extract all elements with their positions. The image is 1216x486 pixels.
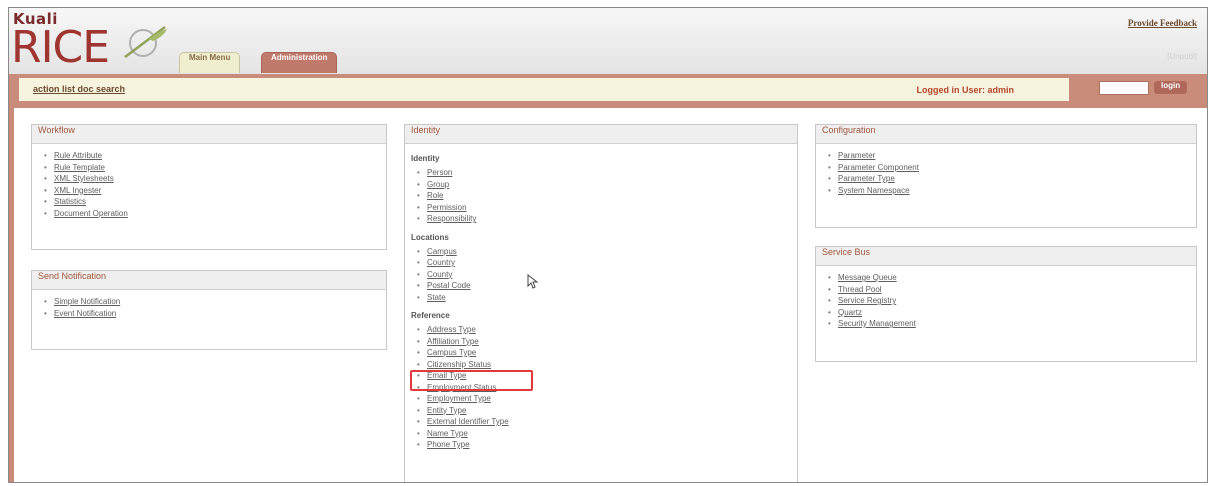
identity-panel-title: Identity — [405, 125, 797, 144]
list-item[interactable]: • Parameter Type — [828, 173, 1196, 185]
list-item[interactable]: • Name Type — [417, 428, 797, 440]
list-item[interactable]: • Document Operation — [44, 208, 386, 220]
list-item[interactable]: • Event Notification — [44, 308, 386, 320]
configuration-panel-title: Configuration — [816, 125, 1196, 144]
list-item[interactable]: • Thread Pool — [828, 284, 1196, 296]
list-item[interactable]: • Campus — [417, 246, 797, 258]
list-item[interactable]: • Service Registry — [828, 295, 1196, 307]
list-item[interactable]: • Rule Template — [44, 162, 386, 174]
list-item[interactable]: • Security Management — [828, 318, 1196, 330]
browser-frame: Kuali RICE Main Menu Administration Prov… — [8, 7, 1208, 483]
list-item[interactable]: • County — [417, 269, 797, 281]
reference-subheading: Reference — [411, 311, 450, 320]
identity-links: • Person • Group • Role • Permission • Respon… — [417, 167, 797, 225]
list-item[interactable]: • Country — [417, 257, 797, 269]
rice-logo-icon — [124, 26, 167, 58]
list-item[interactable]: • Simple Notification — [44, 296, 386, 308]
masthead: Kuali RICE Main Menu Administration Prov… — [9, 8, 1207, 74]
list-item[interactable]: • Phone Type — [417, 439, 797, 451]
list-item[interactable]: • Person — [417, 167, 797, 179]
list-item[interactable]: • Group — [417, 179, 797, 191]
list-item[interactable]: • Role — [417, 190, 797, 202]
left-accent-bar — [9, 108, 14, 482]
identity-subheading: Identity — [411, 154, 440, 163]
configuration-links: • Parameter • Parameter Component • Paramet… — [828, 150, 1196, 196]
workflow-links: • Rule Attribute • Rule Template • XML Styl… — [44, 150, 386, 219]
list-item[interactable]: • Citizenship Status — [417, 359, 797, 371]
action-list-doc-search-links[interactable]: action list doc search — [33, 84, 125, 94]
service-bus-panel-title: Service Bus — [816, 247, 1196, 266]
tab-administration[interactable]: Administration — [261, 52, 338, 73]
mouse-pointer-icon — [527, 274, 539, 289]
tab-main-menu[interactable]: Main Menu — [179, 52, 241, 73]
service-bus-panel: Service Bus • Message Queue • Thread Pool … — [815, 246, 1197, 362]
utility-inner: action list doc search Logged in User: a… — [19, 78, 1069, 101]
list-item[interactable]: • Quartz — [828, 307, 1196, 319]
list-item[interactable]: • Parameter — [828, 150, 1196, 162]
campus-type-link[interactable]: • Campus Type — [417, 347, 797, 359]
send-notification-panel-title: Send Notification — [32, 271, 386, 290]
list-item[interactable]: • Address Type — [417, 324, 797, 336]
faded-label: [Unpubl] — [1167, 52, 1197, 61]
list-item[interactable]: • System Namespace — [828, 185, 1196, 197]
workflow-panel: Workflow • Rule Attribute • Rule Template … — [31, 124, 387, 250]
send-notification-links: • Simple Notification • Event Notification — [44, 296, 386, 319]
service-bus-links: • Message Queue • Thread Pool • Service Reg… — [828, 272, 1196, 330]
list-item[interactable]: • Rule Attribute — [44, 150, 386, 162]
utility-bar: action list doc search Logged in User: a… — [9, 74, 1207, 108]
configuration-panel: Configuration • Parameter • Parameter Comp… — [815, 124, 1197, 228]
list-item[interactable]: • XML Stylesheets — [44, 173, 386, 185]
locations-links: • Campus • Country • County • Postal Code • S… — [417, 246, 797, 304]
locations-subheading: Locations — [411, 232, 449, 242]
list-item[interactable]: • Postal Code — [417, 280, 797, 292]
workflow-panel-title: Workflow — [32, 125, 386, 144]
identity-panel: Identity Identity • Person • Group • Role •… — [404, 124, 798, 482]
provide-feedback-link[interactable]: Provide Feedback — [1128, 18, 1197, 28]
list-item[interactable]: • Responsibility — [417, 213, 797, 225]
list-item[interactable]: • Employment Type — [417, 393, 797, 405]
list-item[interactable]: • Entity Type — [417, 405, 797, 417]
login-input[interactable] — [1099, 81, 1149, 95]
list-item[interactable]: • Affiliation Type — [417, 336, 797, 348]
list-item[interactable]: • External Identifier Type — [417, 416, 797, 428]
list-item[interactable]: • Parameter Component — [828, 162, 1196, 174]
logged-in-user: Logged in User: admin — [916, 85, 1014, 95]
logo-rice: RICE — [11, 22, 110, 73]
campus-type-highlight-box — [410, 370, 533, 391]
list-item[interactable]: • Message Queue — [828, 272, 1196, 284]
list-item[interactable]: • Permission — [417, 202, 797, 214]
list-item[interactable]: • XML Ingester — [44, 185, 386, 197]
send-notification-panel: Send Notification • Simple Notification •… — [31, 270, 387, 350]
list-item[interactable]: • State — [417, 292, 797, 304]
list-item[interactable]: • Statistics — [44, 196, 386, 208]
login-button[interactable]: login — [1154, 81, 1188, 94]
